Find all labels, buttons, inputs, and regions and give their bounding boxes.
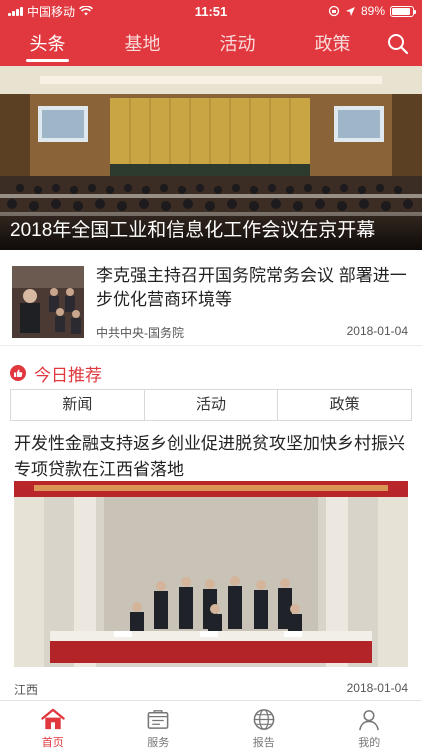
article-source: 江西: [14, 683, 39, 697]
hero-banner[interactable]: 2018年全国工业和信息化工作会议在京开幕: [0, 66, 422, 250]
location-icon: [345, 6, 355, 16]
news-date: 2018-01-04: [346, 324, 408, 338]
news-list-item[interactable]: 李克强主持召开国务院常务会议 部署进一步优化营商环境等 中共中央-国务院 201…: [0, 258, 422, 346]
status-bar: 中国移动 11:51 89%: [0, 0, 422, 22]
status-time: 11:51: [194, 3, 228, 19]
tab-policy[interactable]: 政策: [285, 22, 380, 66]
news-title: 李克强主持召开国务院常务会议 部署进一步优化营商环境等: [96, 266, 407, 309]
signal-icon: [8, 6, 23, 16]
wifi-icon: [79, 6, 93, 16]
hero-caption: 2018年全国工业和信息化工作会议在京开幕: [0, 212, 422, 250]
article-title[interactable]: 开发性金融支持返乡创业促进脱贫攻坚加快乡村振兴专项贷款在江西省落地: [14, 431, 410, 483]
recommend-header: 今日推荐: [10, 362, 102, 385]
top-nav: 头条 基地 活动 政策: [0, 22, 422, 66]
battery-percent: 89%: [360, 4, 385, 18]
bottom-tab-label: 服务: [147, 737, 170, 749]
home-icon: [41, 708, 65, 730]
user-icon: [359, 710, 380, 731]
tab-activities[interactable]: 活动: [190, 22, 285, 66]
carrier-label: 中国移动: [27, 4, 76, 19]
tab-headlines[interactable]: 头条: [0, 22, 95, 66]
bottom-tab-service[interactable]: 服务: [106, 701, 212, 750]
bottom-tab-label: 报告: [252, 737, 275, 749]
bottom-tab-bar: 首页 服务 报告 我的: [0, 700, 422, 750]
search-icon[interactable]: [386, 32, 410, 56]
article-image[interactable]: [14, 481, 408, 667]
bottom-tab-home[interactable]: 首页: [0, 701, 106, 750]
segment-activities[interactable]: 活动: [145, 390, 279, 420]
thumbs-up-icon: [10, 365, 26, 381]
section-title: 今日推荐: [34, 365, 102, 385]
article-date: 2018-01-04: [346, 681, 408, 695]
battery-icon: [390, 5, 416, 17]
bottom-tab-label: 我的: [358, 737, 381, 749]
bottom-tab-report[interactable]: 报告: [211, 701, 317, 750]
globe-icon: [253, 709, 275, 730]
tab-base[interactable]: 基地: [95, 22, 190, 66]
news-thumbnail: [12, 266, 84, 338]
service-icon: [147, 710, 169, 729]
news-source: 中共中央-国务院: [96, 326, 184, 340]
segment-news[interactable]: 新闻: [11, 390, 145, 420]
category-segment: 新闻 活动 政策: [10, 389, 412, 421]
segment-policy[interactable]: 政策: [278, 390, 411, 420]
bottom-tab-me[interactable]: 我的: [317, 701, 422, 750]
bottom-tab-label: 首页: [41, 737, 64, 749]
orientation-lock-icon: [328, 5, 340, 17]
